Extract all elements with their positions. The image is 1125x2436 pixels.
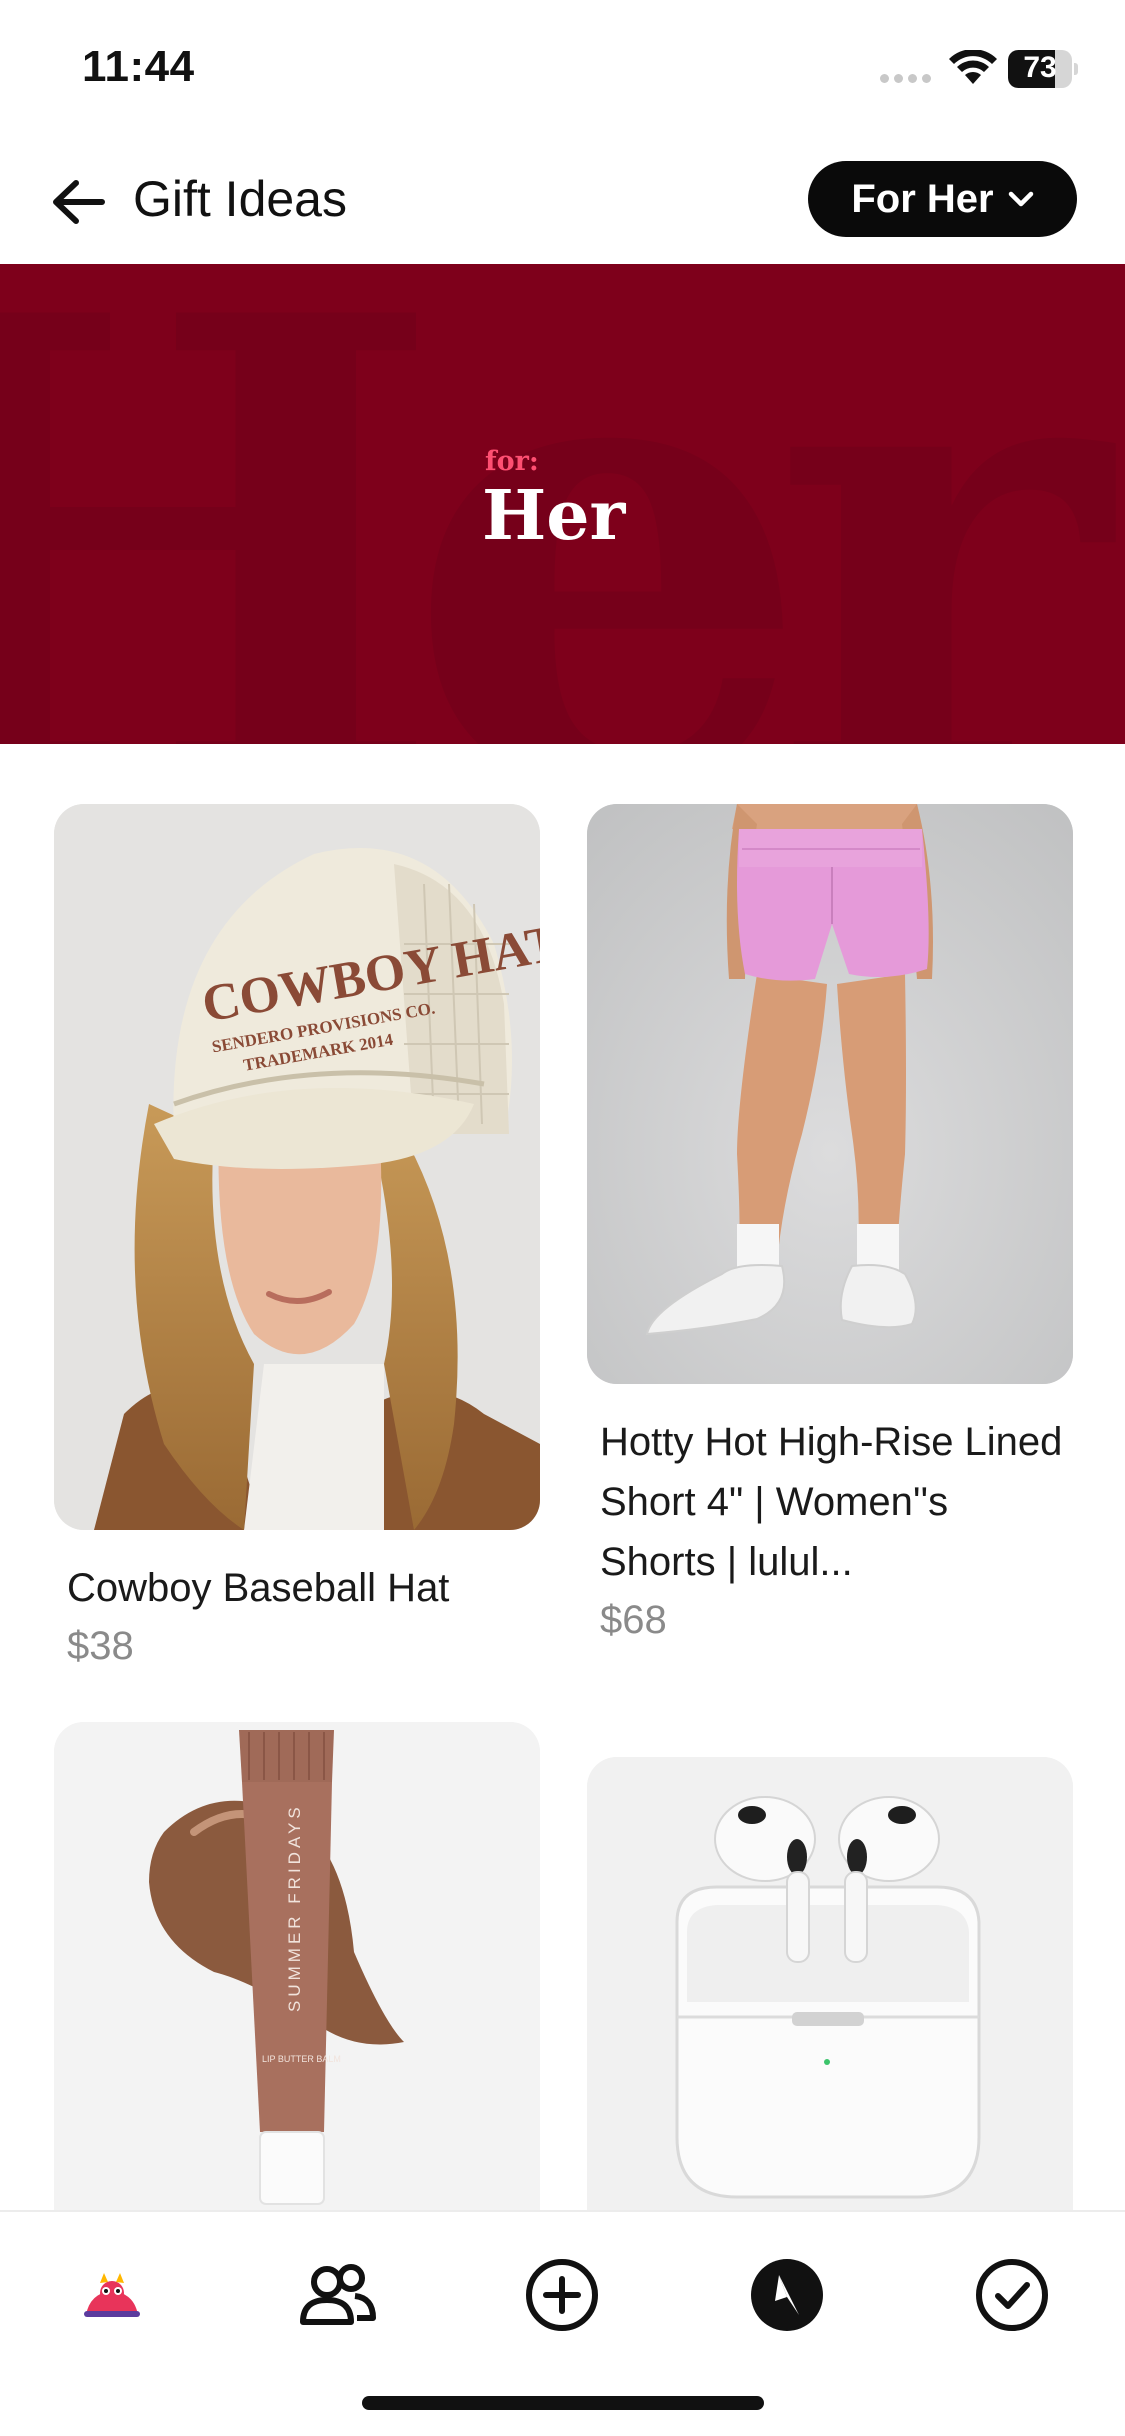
status-time: 11:44 — [82, 42, 195, 91]
lip-butter-tube-photo: SUMMER FRIDAYS LIP BUTTER BALM — [54, 1722, 540, 2212]
product-image-lip-butter[interactable]: SUMMER FRIDAYS LIP BUTTER BALM — [54, 1722, 540, 2212]
pink-shorts-photo — [587, 804, 1073, 1384]
product-name[interactable]: Cowboy Baseball Hat — [54, 1558, 540, 1618]
tab-explore[interactable] — [742, 2250, 832, 2340]
arrow-left-icon — [53, 180, 105, 224]
tab-home[interactable] — [67, 2250, 157, 2340]
mascot-icon — [84, 2273, 140, 2317]
product-image-cowboy-hat[interactable]: COWBOY HAT SENDERO PROVISIONS CO. TRADEM… — [54, 804, 540, 1530]
battery-icon: 73 — [1008, 50, 1078, 88]
airpods-case-photo — [587, 1757, 1073, 2212]
plus-circle-icon — [526, 2259, 598, 2331]
cowboy-hat-photo: COWBOY HAT SENDERO PROVISIONS CO. TRADEM… — [54, 804, 540, 1530]
product-price: $38 — [67, 1624, 134, 1668]
compass-icon — [751, 2259, 823, 2331]
category-banner: Her for: Her — [0, 264, 1125, 744]
product-card[interactable]: SUMMER FRIDAYS LIP BUTTER BALM — [54, 1722, 540, 2212]
product-price: $68 — [600, 1598, 667, 1642]
check-circle-icon — [976, 2259, 1048, 2331]
home-indicator[interactable] — [362, 2396, 764, 2410]
tab-done[interactable] — [967, 2250, 1057, 2340]
product-card[interactable] — [587, 1757, 1073, 2212]
banner-title: Her — [482, 476, 626, 556]
battery-percent: 73 — [1023, 51, 1057, 84]
banner-kicker: for: — [485, 446, 539, 477]
wifi-icon — [949, 50, 997, 84]
chevron-down-icon — [1008, 191, 1033, 207]
tube-sub-text: LIP BUTTER BALM — [262, 2054, 341, 2064]
tab-add[interactable] — [517, 2250, 607, 2340]
people-icon — [300, 2264, 376, 2325]
product-image-shorts[interactable] — [587, 804, 1073, 1384]
recipient-filter-dropdown[interactable]: For Her — [808, 161, 1077, 237]
product-card[interactable]: COWBOY HAT SENDERO PROVISIONS CO. TRADEM… — [54, 804, 540, 1674]
tab-friends[interactable] — [292, 2250, 382, 2340]
filter-label: For Her — [851, 176, 994, 221]
page-title: Gift Ideas — [133, 171, 347, 227]
tube-brand-text: SUMMER FRIDAYS — [285, 1803, 304, 2012]
product-card[interactable]: Hotty Hot High-Rise Lined Short 4" | Wom… — [587, 804, 1073, 1648]
product-image-airpods[interactable] — [587, 1757, 1073, 2212]
header: Gift Ideas For Her — [0, 140, 1125, 264]
back-button[interactable] — [44, 168, 112, 236]
cellular-signal-icon — [880, 74, 934, 84]
status-bar: 11:44 73 — [0, 0, 1125, 132]
product-name[interactable]: Hotty Hot High-Rise Lined Short 4" | Wom… — [587, 1412, 1073, 1592]
